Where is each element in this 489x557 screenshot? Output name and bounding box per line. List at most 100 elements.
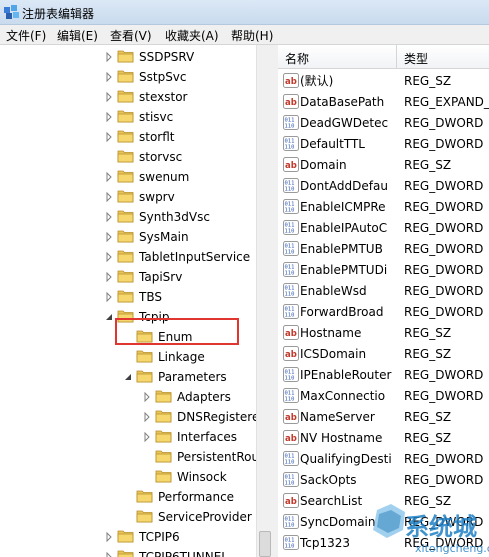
value-row[interactable]: ab NV Hostname REG_SZ	[278, 427, 489, 448]
value-row[interactable]: 011 110 IPEnableRouter REG_DWORD	[278, 364, 489, 385]
title-bar[interactable]: 注册表编辑器	[0, 0, 489, 25]
expand-arrow-icon[interactable]	[105, 92, 113, 102]
svg-text:110: 110	[285, 229, 295, 235]
registry-key-tree[interactable]: SSDPSRV SstpSvc stexstor stisvc storflt storv…	[0, 45, 256, 557]
value-row[interactable]: ab NameServer REG_SZ	[278, 406, 489, 427]
column-header-type[interactable]: 类型	[404, 50, 428, 67]
tree-item-label: Linkage	[158, 350, 205, 364]
value-row[interactable]: 011 110 EnableICMPRe REG_DWORD	[278, 196, 489, 217]
tree-item[interactable]: TCPIP6TUNNEL	[0, 547, 256, 557]
tree-vertical-scrollbar[interactable]	[256, 45, 273, 557]
column-header-name[interactable]: 名称	[285, 50, 309, 67]
value-name: QualifyingDesti	[300, 452, 392, 466]
expand-arrow-icon[interactable]	[105, 132, 113, 142]
tree-item[interactable]: Interfaces	[0, 427, 256, 447]
tree-item[interactable]: Enum	[0, 327, 256, 347]
column-divider[interactable]	[396, 45, 397, 69]
value-row[interactable]: 011 110 QualifyingDesti REG_DWORD	[278, 448, 489, 469]
tree-item[interactable]: Linkage	[0, 347, 256, 367]
value-row[interactable]: 011 110 EnableWsd REG_DWORD	[278, 280, 489, 301]
binary-value-icon: 011110	[283, 241, 299, 256]
folder-icon	[117, 70, 134, 83]
tree-item[interactable]: PersistentRou	[0, 447, 256, 467]
tree-item[interactable]: swenum	[0, 167, 256, 187]
value-row[interactable]: 011 110 SackOpts REG_DWORD	[278, 469, 489, 490]
tree-item[interactable]: storflt	[0, 127, 256, 147]
menu-view[interactable]: 查看(V)	[110, 27, 152, 44]
expand-arrow-icon[interactable]	[105, 72, 113, 82]
tree-item-label: Enum	[158, 330, 193, 344]
value-name: NV Hostname	[300, 431, 383, 445]
tree-item[interactable]: DNSRegistere	[0, 407, 256, 427]
value-row[interactable]: ab DataBasePath REG_EXPAND_	[278, 91, 489, 112]
expand-arrow-icon[interactable]	[143, 412, 151, 422]
collapse-arrow-icon[interactable]	[105, 312, 113, 322]
value-row[interactable]: 011 110 EnableIPAutoC REG_DWORD	[278, 217, 489, 238]
tree-scrollbar-thumb[interactable]	[259, 531, 271, 557]
tree-item[interactable]: stisvc	[0, 107, 256, 127]
value-row[interactable]: 011 110 EnablePMTUB REG_DWORD	[278, 238, 489, 259]
folder-icon	[155, 390, 172, 403]
tree-item[interactable]: swprv	[0, 187, 256, 207]
value-row[interactable]: ab Hostname REG_SZ	[278, 322, 489, 343]
value-row[interactable]: ab (默认) REG_SZ	[278, 70, 489, 91]
tree-item[interactable]: TapiSrv	[0, 267, 256, 287]
folder-icon	[136, 350, 153, 363]
tree-item-label: SysMain	[139, 230, 189, 244]
expand-arrow-icon[interactable]	[105, 292, 113, 302]
tree-item-label-selected: Parameters	[158, 370, 227, 384]
svg-text:110: 110	[285, 250, 295, 256]
tree-item[interactable]: Parameters	[0, 367, 256, 387]
tree-item[interactable]: stexstor	[0, 87, 256, 107]
value-type: REG_DWORD	[404, 284, 484, 298]
expand-arrow-icon[interactable]	[105, 112, 113, 122]
tree-item[interactable]: TBS	[0, 287, 256, 307]
tree-item[interactable]: ServiceProvider	[0, 507, 256, 527]
tree-item[interactable]: TabletInputService	[0, 247, 256, 267]
expand-arrow-icon[interactable]	[105, 212, 113, 222]
value-row[interactable]: 011 110 DeadGWDetec REG_DWORD	[278, 112, 489, 133]
tree-item[interactable]: TCPIP6	[0, 527, 256, 547]
svg-text:110: 110	[285, 187, 295, 193]
value-row[interactable]: 011 110 EnablePMTUDi REG_DWORD	[278, 259, 489, 280]
value-row[interactable]: 011 110 MaxConnectio REG_DWORD	[278, 385, 489, 406]
expand-arrow-icon[interactable]	[105, 272, 113, 282]
expand-arrow-icon[interactable]	[105, 232, 113, 242]
value-name: DeadGWDetec	[300, 116, 389, 130]
tree-item[interactable]: Adapters	[0, 387, 256, 407]
value-name: NameServer	[300, 410, 375, 424]
expand-arrow-icon[interactable]	[105, 172, 113, 182]
tree-item[interactable]: Winsock	[0, 467, 256, 487]
value-row[interactable]: 011 110 ForwardBroad REG_DWORD	[278, 301, 489, 322]
tree-item[interactable]: Tcpip	[0, 307, 256, 327]
tree-item[interactable]: Performance	[0, 487, 256, 507]
value-row[interactable]: ab ICSDomain REG_SZ	[278, 343, 489, 364]
tree-item[interactable]: SstpSvc	[0, 67, 256, 87]
expand-arrow-icon[interactable]	[143, 392, 151, 402]
tree-item[interactable]: storvsc	[0, 147, 256, 167]
svg-text:110: 110	[285, 208, 295, 214]
menu-favorites[interactable]: 收藏夹(A)	[165, 27, 219, 44]
value-row[interactable]: 011 110 DontAddDefau REG_DWORD	[278, 175, 489, 196]
expand-arrow-icon[interactable]	[105, 252, 113, 262]
expand-arrow-icon[interactable]	[105, 52, 113, 62]
menu-help[interactable]: 帮助(H)	[231, 27, 273, 44]
value-type: REG_DWORD	[404, 368, 484, 382]
binary-value-icon: 011110	[283, 514, 299, 529]
value-row[interactable]: 011 110 DefaultTTL REG_DWORD	[278, 133, 489, 154]
tree-item[interactable]: Synth3dVsc	[0, 207, 256, 227]
svg-text:ab: ab	[285, 98, 297, 108]
collapse-arrow-icon[interactable]	[124, 372, 132, 382]
menu-file[interactable]: 文件(F)	[6, 27, 46, 44]
registry-values-list[interactable]: 名称 类型 ab (默认) REG_SZ ab DataBasePath REG_EXPA…	[278, 45, 489, 557]
expand-arrow-icon[interactable]	[143, 432, 151, 442]
expand-arrow-icon[interactable]	[105, 552, 113, 557]
value-type: REG_SZ	[404, 74, 452, 88]
tree-item[interactable]: SysMain	[0, 227, 256, 247]
expand-arrow-icon[interactable]	[105, 192, 113, 202]
expand-arrow-icon[interactable]	[105, 532, 113, 542]
value-type: REG_DWORD	[404, 389, 484, 403]
menu-edit[interactable]: 编辑(E)	[57, 27, 98, 44]
tree-item[interactable]: SSDPSRV	[0, 47, 256, 67]
value-row[interactable]: ab Domain REG_SZ	[278, 154, 489, 175]
